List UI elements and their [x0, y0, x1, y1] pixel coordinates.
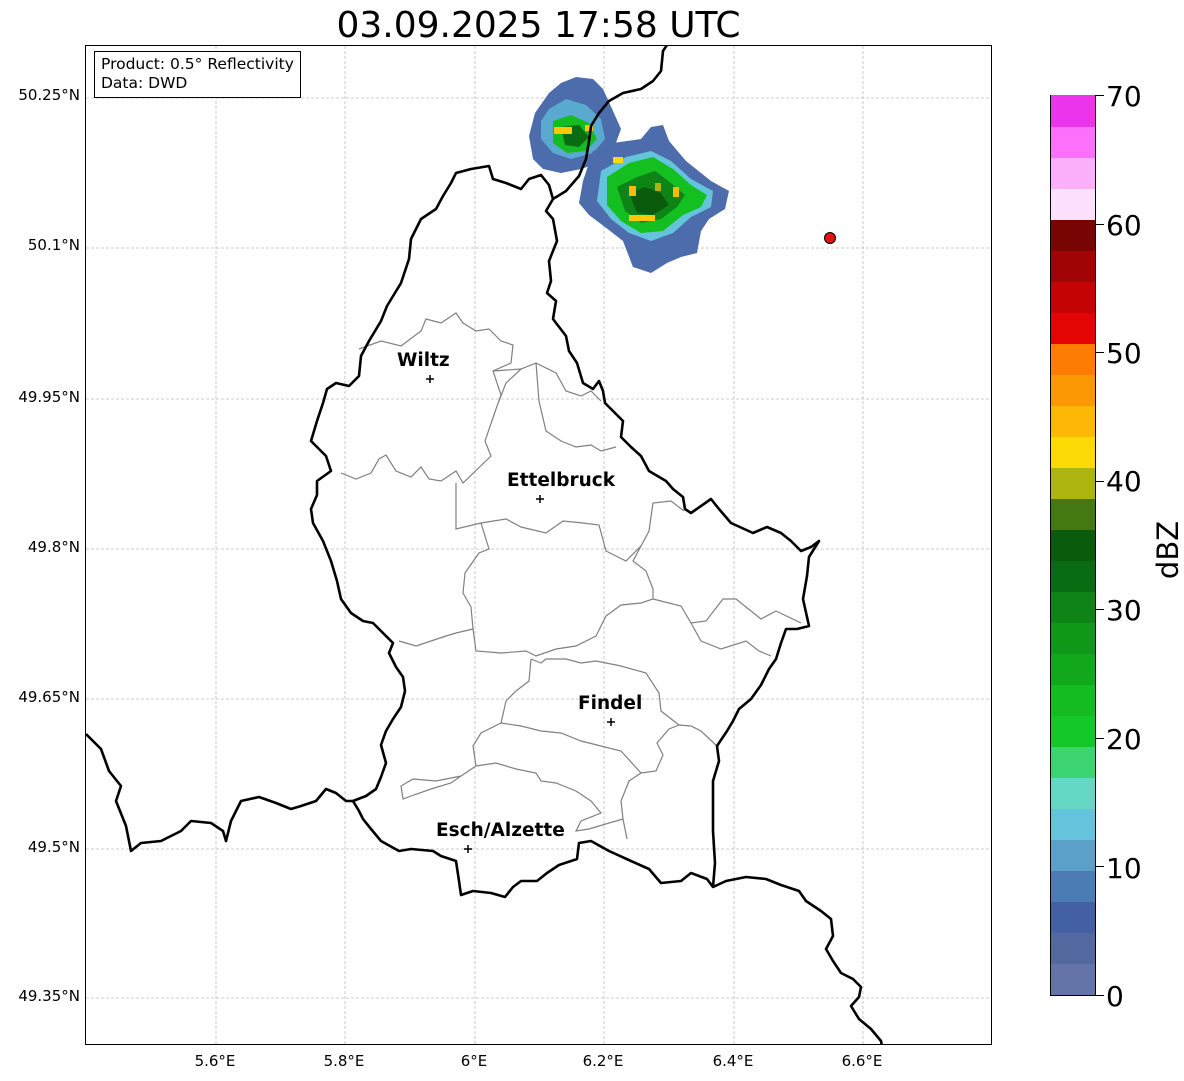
colorbar-tick	[1096, 95, 1104, 96]
gridlines	[86, 46, 991, 1044]
radar-location-marker	[824, 232, 836, 244]
colorbar-tick	[1096, 223, 1104, 225]
radar-echoes	[529, 77, 729, 273]
colorbar-tick	[1096, 866, 1104, 868]
radar-cell-peak	[655, 183, 661, 191]
colorbar-segment	[1051, 467, 1095, 499]
radar-cell-peak	[629, 186, 636, 196]
data-source-label: Data: DWD	[101, 74, 188, 92]
map-canvas	[86, 46, 991, 1044]
colorbar-tick-label: 40	[1106, 465, 1142, 498]
map-area[interactable]	[85, 45, 992, 1045]
city-marker-findel	[607, 718, 615, 726]
radar-cell-peak	[613, 157, 623, 163]
colorbar-tick	[1096, 609, 1104, 611]
colorbar-segment	[1051, 312, 1095, 344]
colorbar-segment	[1051, 684, 1095, 716]
colorbar-tick-label: 70	[1106, 80, 1142, 113]
colorbar-segment	[1051, 622, 1095, 654]
colorbar-segment	[1051, 498, 1095, 530]
colorbar-unit-label: dBZ	[1151, 520, 1184, 580]
lon-tick-label: 6.6°E	[841, 1052, 883, 1070]
lon-tick-label: 6°E	[460, 1052, 488, 1070]
colorbar-tick-label: 50	[1106, 337, 1142, 370]
colorbar-segment	[1051, 157, 1095, 189]
colorbar-segment	[1051, 932, 1095, 964]
lat-tick-label: 49.8°N	[27, 538, 80, 556]
colorbar	[1050, 95, 1096, 996]
lat-tick-label: 49.95°N	[18, 388, 80, 406]
national-borders	[86, 46, 883, 1044]
colorbar-segment	[1051, 188, 1095, 220]
colorbar-segment	[1051, 374, 1095, 406]
colorbar-tick-label: 30	[1106, 594, 1142, 627]
radar-cell-peak	[554, 127, 572, 134]
lat-tick-label: 49.5°N	[27, 838, 80, 856]
colorbar-segment	[1051, 591, 1095, 623]
lat-tick-label: 49.35°N	[18, 987, 80, 1005]
colorbar-segment	[1051, 839, 1095, 871]
info-box: Product: 0.5° Reflectivity Data: DWD	[94, 51, 301, 98]
colorbar-tick	[1096, 480, 1104, 482]
colorbar-tick-label: 0	[1106, 980, 1124, 1013]
colorbar-segment	[1051, 870, 1095, 902]
lat-tick-label: 50.1°N	[27, 236, 80, 254]
lon-tick-label: 5.8°E	[323, 1052, 365, 1070]
colorbar-segment	[1051, 963, 1095, 995]
lon-tick-label: 6.4°E	[712, 1052, 754, 1070]
lon-tick-label: 5.6°E	[194, 1052, 236, 1070]
colorbar-segment	[1051, 715, 1095, 747]
radar-cell-peak	[629, 215, 655, 221]
city-marker-esch	[464, 845, 472, 853]
lon-tick-label: 6.2°E	[582, 1052, 624, 1070]
colorbar-segment	[1051, 901, 1095, 933]
city-marker-ettelbruck	[536, 495, 544, 503]
colorbar-tick-label: 10	[1106, 852, 1142, 885]
lat-tick-label: 50.25°N	[18, 86, 80, 104]
colorbar-segment	[1051, 808, 1095, 840]
city-label-esch: Esch/Alzette	[436, 820, 565, 841]
colorbar-tick-label: 60	[1106, 209, 1142, 242]
colorbar-segment	[1051, 281, 1095, 313]
colorbar-tick	[1096, 995, 1104, 996]
product-label: Product: 0.5° Reflectivity	[101, 55, 294, 73]
colorbar-segment	[1051, 777, 1095, 809]
colorbar-segment	[1051, 219, 1095, 251]
colorbar-segment	[1051, 95, 1095, 127]
colorbar-tick	[1096, 737, 1104, 739]
colorbar-tick-label: 20	[1106, 723, 1142, 756]
colorbar-segment	[1051, 126, 1095, 158]
colorbar-segment	[1051, 436, 1095, 468]
city-marker-wiltz	[426, 375, 434, 383]
district-borders	[340, 312, 802, 840]
colorbar-segment	[1051, 250, 1095, 282]
city-label-findel: Findel	[578, 693, 643, 714]
colorbar-segment	[1051, 343, 1095, 375]
city-label-wiltz: Wiltz	[397, 350, 450, 371]
map-title: 03.09.2025 17:58 UTC	[336, 5, 741, 46]
colorbar-segment	[1051, 560, 1095, 592]
radar-cell-peak	[673, 187, 679, 197]
colorbar-segment	[1051, 405, 1095, 437]
colorbar-segment	[1051, 653, 1095, 685]
colorbar-tick	[1096, 352, 1104, 354]
lat-tick-label: 49.65°N	[18, 688, 80, 706]
city-label-ettelbruck: Ettelbruck	[507, 470, 616, 491]
colorbar-segment	[1051, 529, 1095, 561]
colorbar-segment	[1051, 746, 1095, 778]
